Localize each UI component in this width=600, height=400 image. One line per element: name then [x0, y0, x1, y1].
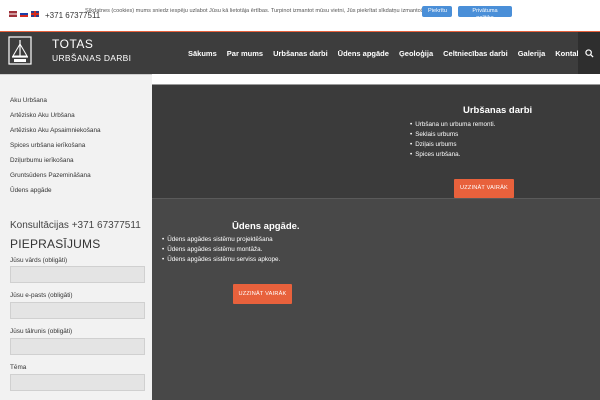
- list-item: Seklais urbums: [410, 130, 495, 140]
- search-button[interactable]: [578, 32, 600, 74]
- sidebar-link-udens-apgade[interactable]: Ūdens apgāde: [10, 187, 52, 194]
- search-icon: [584, 48, 594, 58]
- brand-name[interactable]: TOTAS: [52, 37, 93, 51]
- list-item: Spices urbšana.: [410, 150, 495, 160]
- sidebar: Aku Urbšana Artēzisko Aku Urbšana Artēzi…: [0, 74, 152, 400]
- phone-field[interactable]: [10, 338, 145, 355]
- water-supply-panel-title: Ūdens apgāde.: [232, 221, 300, 232]
- sidebar-link-artezisko-aku-urbsana[interactable]: Artēzisko Aku Urbšana: [10, 112, 75, 119]
- sidebar-link-artezisko-aku-apsaimniekosana[interactable]: Artēzisko Aku Apsaimniekošana: [10, 127, 101, 134]
- list-item: Ūdens apgādes sistēmu projektēšana: [162, 235, 280, 245]
- privacy-policy-button[interactable]: Privātuma politika: [458, 6, 512, 21]
- language-switcher: [9, 11, 39, 17]
- nav-item-galerija[interactable]: Galerija: [518, 49, 546, 58]
- water-supply-panel: Ūdens apgāde. Ūdens apgādes sistēmu proj…: [152, 198, 600, 400]
- nav-item-sakums[interactable]: Sākums: [188, 49, 217, 58]
- request-form-title: PIEPRASĪJUMS: [10, 237, 101, 251]
- subject-field[interactable]: [10, 374, 145, 391]
- list-item: Urbšana un urbuma remonti.: [410, 120, 495, 130]
- sidebar-link-spices-urbsana[interactable]: Spices urbšana ierīkošana: [10, 142, 85, 149]
- drilling-panel: Urbšanas darbi Urbšana un urbuma remonti…: [152, 84, 600, 198]
- water-supply-learn-more-button[interactable]: UZZINĀT VAIRĀK: [233, 284, 292, 304]
- email-label: Jūsu e-pasts (obligāti): [10, 292, 73, 299]
- email-field[interactable]: [10, 302, 145, 319]
- sidebar-link-gruntsudens-pazeminasana[interactable]: Gruntsūdens Pazemināšana: [10, 172, 91, 179]
- cookie-notice-text: Sīkdatnes (cookies) mums sniedz iespēju …: [85, 8, 436, 14]
- nav-item-udens-apgade[interactable]: Ūdens apgāde: [338, 49, 389, 58]
- brand-subtitle: URBŠANAS DARBI: [52, 53, 132, 63]
- top-bar: +371 67377511 Sīkdatnes (cookies) mums s…: [0, 0, 600, 30]
- list-item: Ūdens apgādes sistēmu serviss apkope.: [162, 255, 280, 265]
- english-flag-icon[interactable]: [31, 11, 39, 17]
- nav-item-urbsanas-darbi[interactable]: Urbšanas darbi: [273, 49, 328, 58]
- list-item: Dziļais urbums: [410, 140, 495, 150]
- consultation-phone: Konsultācijas +371 67377511: [10, 220, 141, 231]
- subject-label: Tēma: [10, 364, 27, 371]
- latvian-flag-icon[interactable]: [9, 11, 17, 17]
- list-item: Ūdens apgādes sistēmu montāža.: [162, 245, 280, 255]
- name-label: Jūsu vārds (obligāti): [10, 257, 68, 264]
- water-supply-panel-list: Ūdens apgādes sistēmu projektēšana Ūdens…: [162, 235, 280, 265]
- sidebar-link-dzilurbumu-ierikosana[interactable]: Dziļurbumu ierīkošana: [10, 157, 74, 164]
- drilling-panel-title: Urbšanas darbi: [463, 105, 533, 116]
- name-field[interactable]: [10, 266, 145, 283]
- logo-icon[interactable]: [7, 36, 33, 66]
- site-header: TOTAS URBŠANAS DARBI Sākums Par mums Urb…: [0, 31, 600, 74]
- nav-item-celtniecibas-darbi[interactable]: Celtniecības darbi: [443, 49, 508, 58]
- drilling-learn-more-button[interactable]: UZZINĀT VAIRĀK: [454, 179, 514, 198]
- russian-flag-icon[interactable]: [20, 11, 28, 17]
- sidebar-link-aku-urbsana[interactable]: Aku Urbšana: [10, 97, 47, 104]
- phone-label: Jūsu tālrunis (obligāti): [10, 328, 73, 335]
- main-navigation: Sākums Par mums Urbšanas darbi Ūdens apg…: [188, 32, 595, 74]
- nav-item-geologija[interactable]: Ģeoloģija: [399, 49, 433, 58]
- nav-item-par-mums[interactable]: Par mums: [227, 49, 263, 58]
- cookie-accept-button[interactable]: Piekrītu: [422, 6, 452, 17]
- drilling-panel-list: Urbšana un urbuma remonti. Seklais urbum…: [410, 120, 495, 160]
